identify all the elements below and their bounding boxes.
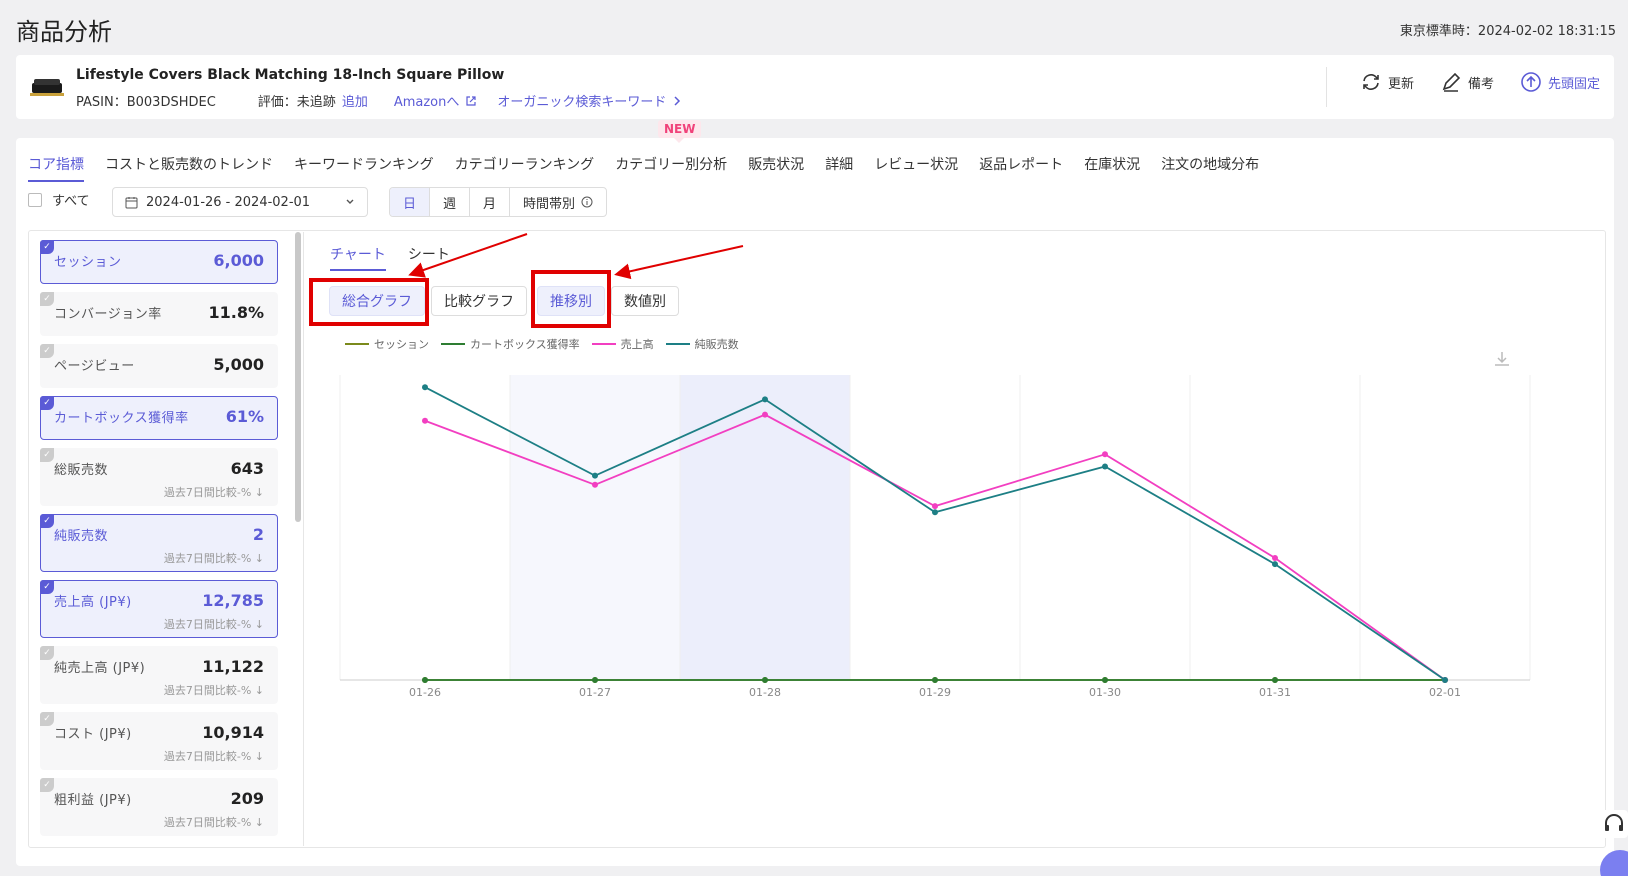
data-point[interactable] (1272, 561, 1278, 568)
data-point[interactable] (762, 677, 768, 683)
x-tick-label: 02-01 (1429, 686, 1461, 699)
legend-label: 売上高 (620, 338, 654, 351)
data-point[interactable] (592, 481, 598, 488)
data-point[interactable] (1102, 463, 1108, 470)
x-tick-label: 01-29 (919, 686, 951, 699)
data-point[interactable] (1272, 677, 1278, 683)
data-point[interactable] (762, 411, 768, 418)
highlight-band (510, 375, 680, 680)
data-point[interactable] (762, 396, 768, 403)
legend-swatch (591, 343, 616, 345)
data-point[interactable] (932, 509, 938, 516)
legend-label: カートボックス獲得率 (470, 338, 580, 351)
arrow-to-combined (408, 233, 528, 278)
data-point[interactable] (592, 472, 598, 479)
legend-swatch (441, 343, 465, 345)
x-tick-label: 01-30 (1089, 686, 1121, 699)
download-icon[interactable] (1493, 350, 1511, 368)
x-tick-label: 01-31 (1259, 686, 1291, 699)
data-point[interactable] (422, 417, 428, 424)
data-point[interactable] (932, 503, 938, 510)
legend-item[interactable]: 純販売数 (665, 336, 739, 352)
data-point[interactable] (592, 677, 598, 683)
legend-item[interactable]: 売上高 (591, 336, 654, 352)
data-point[interactable] (422, 677, 428, 683)
trend-chart: 01-26 01-27 01-28 01-29 01-30 01-31 02-01 (339, 375, 1531, 699)
support-headset-icon[interactable] (1600, 810, 1628, 838)
data-point[interactable] (1102, 677, 1108, 683)
legend-swatch (345, 343, 369, 345)
highlight-band (680, 375, 850, 680)
legend-swatch (665, 343, 690, 345)
x-tick-label: 01-28 (749, 686, 781, 699)
data-point[interactable] (1272, 555, 1278, 561)
legend-label: 純販売数 (694, 338, 739, 351)
data-point[interactable] (422, 384, 428, 391)
arrow-to-trend (614, 245, 744, 280)
data-point[interactable] (932, 677, 938, 683)
x-tick-label: 01-26 (409, 686, 441, 699)
chart-legend: セッション カートボックス獲得率 売上高 純販売数 (345, 336, 739, 352)
data-point[interactable] (1102, 451, 1108, 458)
x-tick-label: 01-27 (579, 686, 611, 699)
legend-label: セッション (374, 338, 429, 351)
legend-item[interactable]: カートボックス獲得率 (441, 336, 580, 352)
data-point[interactable] (1442, 677, 1448, 683)
legend-item[interactable]: セッション (345, 336, 429, 352)
